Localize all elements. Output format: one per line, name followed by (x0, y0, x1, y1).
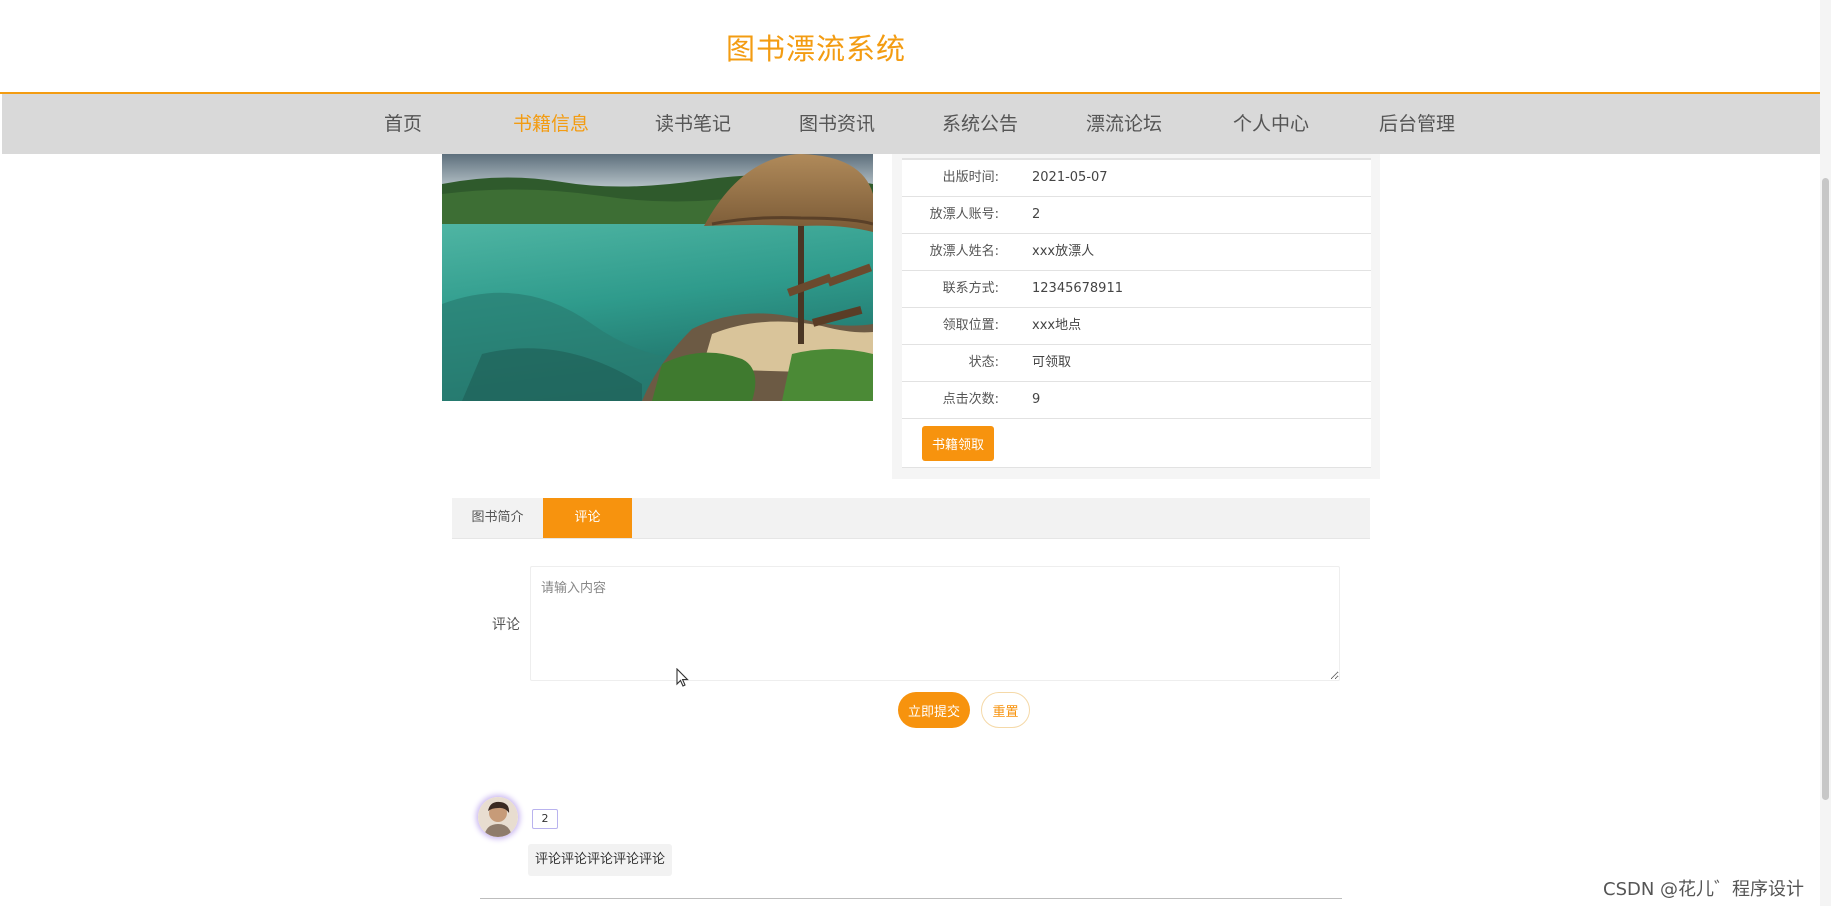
claim-book-button[interactable]: 书籍领取 (922, 426, 994, 461)
watermark: CSDN @花儿゛程序设计 (1603, 879, 1805, 900)
nav-item-forum[interactable]: 漂流论坛 (1086, 94, 1162, 154)
detail-value: 9 (1032, 392, 1041, 407)
nav-item-book-news[interactable]: 图书资讯 (799, 94, 875, 154)
detail-row-contact: 联系方式: 12345678911 (902, 270, 1371, 307)
nav-item-book-info[interactable]: 书籍信息 (513, 94, 589, 154)
nav-item-announcements[interactable]: 系统公告 (942, 94, 1018, 154)
page-scrollbar[interactable] (1820, 0, 1831, 906)
detail-row-publish-date: 出版时间: 2021-05-07 (902, 159, 1371, 196)
detail-tabs: 图书简介 评论 (452, 498, 1370, 539)
comment-text: 评论评论评论评论评论 (528, 844, 673, 876)
detail-row-pickup-location: 领取位置: xxx地点 (902, 307, 1371, 344)
nav-item-reading-notes[interactable]: 读书笔记 (655, 94, 731, 154)
comment-divider (480, 898, 1342, 899)
detail-value: 2 (1032, 207, 1041, 222)
submit-comment-button[interactable]: 立即提交 (898, 692, 970, 728)
detail-label: 放漂人账号: (929, 207, 999, 222)
detail-label: 领取位置: (942, 318, 999, 333)
detail-label: 点击次数: (942, 392, 999, 407)
detail-label: 联系方式: (942, 281, 999, 296)
mouse-cursor-icon (676, 668, 689, 687)
book-details-panel: 出版时间: 2021-05-07 放漂人账号: 2 放漂人姓名: xxx放漂人 … (892, 154, 1380, 479)
scrollbar-thumb[interactable] (1822, 178, 1829, 800)
nav-item-home[interactable]: 首页 (384, 94, 422, 154)
detail-value: xxx放漂人 (1032, 244, 1095, 259)
detail-value: xxx地点 (1032, 318, 1082, 333)
comment-field-label: 评论 (492, 617, 520, 633)
tab-comments[interactable]: 评论 (543, 498, 632, 538)
site-title: 图书漂流系统 (726, 32, 907, 66)
site-header: 图书漂流系统 (0, 0, 1820, 94)
page: 图书漂流系统 首页 书籍信息 读书笔记 图书资讯 系统公告 漂流论坛 个人中心 … (0, 0, 1831, 906)
comment-input[interactable] (530, 566, 1340, 681)
reset-button[interactable]: 重置 (981, 692, 1030, 728)
detail-value: 可领取 (1032, 355, 1072, 370)
detail-row-drifter-account: 放漂人账号: 2 (902, 196, 1371, 233)
book-details-table: 出版时间: 2021-05-07 放漂人账号: 2 放漂人姓名: xxx放漂人 … (902, 158, 1371, 468)
comment-user-badge: 2 (532, 809, 558, 829)
detail-row-click-count: 点击次数: 9 (902, 381, 1371, 418)
nav-item-admin[interactable]: 后台管理 (1379, 94, 1455, 154)
detail-label: 放漂人姓名: (929, 244, 999, 259)
detail-value: 2021-05-07 (1032, 170, 1108, 185)
nav-item-personal-center[interactable]: 个人中心 (1233, 94, 1309, 154)
detail-row-status: 状态: 可领取 (902, 344, 1371, 381)
detail-value: 12345678911 (1032, 281, 1123, 296)
detail-label: 出版时间: (942, 170, 999, 185)
detail-row-drifter-name: 放漂人姓名: xxx放漂人 (902, 233, 1371, 270)
avatar (478, 797, 518, 837)
detail-label: 状态: (968, 355, 999, 370)
main-nav: 首页 书籍信息 读书笔记 图书资讯 系统公告 漂流论坛 个人中心 后台管理 (2, 94, 1820, 154)
tab-book-intro[interactable]: 图书简介 (452, 498, 543, 538)
book-cover-image (442, 154, 873, 401)
detail-row-actions: 书籍领取 (902, 418, 1371, 468)
